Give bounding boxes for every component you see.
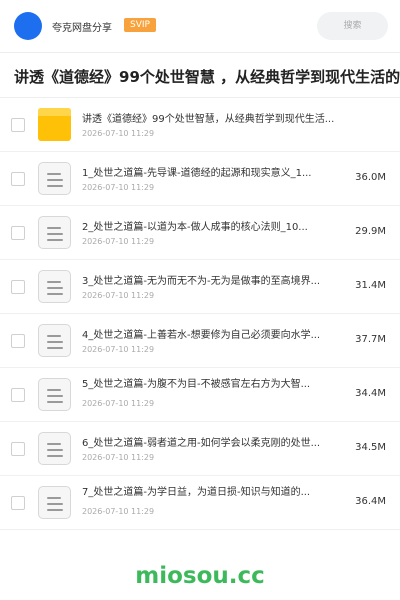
- file-date: 2026-07-10 11:29: [82, 183, 155, 192]
- document-icon: [38, 216, 71, 249]
- file-name[interactable]: 3_处世之道篇-无为而无不为-无为是做事的至高境界...: [82, 272, 344, 287]
- document-icon: [38, 324, 71, 357]
- row-checkbox[interactable]: [11, 442, 25, 456]
- file-row[interactable]: 5_处世之道篇-为腹不为目-不被感官左右方为大智... 2026-07-10 11…: [0, 368, 400, 422]
- file-row[interactable]: 2_处世之道篇-以道为本-做人成事的核心法则_10... 2026-07-10 1…: [0, 206, 400, 260]
- row-checkbox[interactable]: [11, 172, 25, 186]
- file-row[interactable]: 讲透《道德经》99个处世智慧，从经典哲学到现代生活... 2026-07-10 1…: [0, 98, 400, 152]
- document-icon: [38, 270, 71, 303]
- top-bar: 夸克网盘分享 SVIP 搜索: [0, 0, 400, 52]
- document-icon: [38, 162, 71, 195]
- file-date: 2026-07-10 11:29: [82, 237, 155, 246]
- row-checkbox[interactable]: [11, 226, 25, 240]
- title-bar: 讲透《道德经》99个处世智慧 ，从经典哲学到现代生活的应: [0, 52, 400, 98]
- file-size: 29.9M: [355, 226, 386, 237]
- file-size: 34.5M: [355, 442, 386, 453]
- file-date: 2026-07-10 11:29: [82, 129, 155, 138]
- file-row[interactable]: 6_处世之道篇-弱者道之用-如何学会以柔克刚的处世... 2026-07-10 1…: [0, 422, 400, 476]
- file-name[interactable]: 6_处世之道篇-弱者道之用-如何学会以柔克刚的处世...: [82, 434, 344, 449]
- file-name[interactable]: 4_处世之道篇-上善若水-想要修为自己必须要向水学...: [82, 326, 344, 341]
- row-checkbox[interactable]: [11, 496, 25, 510]
- file-date: 2026-07-10 11:29: [82, 345, 155, 354]
- folder-icon: [38, 108, 71, 141]
- file-row[interactable]: 4_处世之道篇-上善若水-想要修为自己必须要向水学... 2026-07-10 1…: [0, 314, 400, 368]
- file-name[interactable]: 讲透《道德经》99个处世智慧，从经典哲学到现代生活...: [82, 110, 344, 125]
- search-input[interactable]: 搜索: [317, 12, 388, 40]
- file-name[interactable]: 2_处世之道篇-以道为本-做人成事的核心法则_10...: [82, 218, 344, 233]
- row-checkbox[interactable]: [11, 388, 25, 402]
- file-name[interactable]: 1_处世之道篇-先导课-道德经的起源和现实意义_1...: [82, 164, 344, 179]
- avatar[interactable]: [14, 12, 42, 40]
- row-checkbox[interactable]: [11, 280, 25, 294]
- file-date: 2026-07-10 11:29: [82, 507, 155, 516]
- file-size: 34.4M: [355, 388, 386, 399]
- svip-badge: SVIP: [124, 18, 156, 32]
- file-size: 36.0M: [355, 172, 386, 183]
- document-icon: [38, 432, 71, 465]
- file-date: 2026-07-10 11:29: [82, 453, 155, 462]
- watermark: miosou.cc: [135, 563, 265, 589]
- document-icon: [38, 486, 71, 519]
- file-size: 36.4M: [355, 496, 386, 507]
- file-date: 2026-07-10 11:29: [82, 291, 155, 300]
- file-row[interactable]: 1_处世之道篇-先导课-道德经的起源和现实意义_1... 2026-07-10 1…: [0, 152, 400, 206]
- share-owner-name: 夸克网盘分享: [52, 23, 112, 34]
- file-size: 31.4M: [355, 280, 386, 291]
- row-checkbox[interactable]: [11, 118, 25, 132]
- file-date: 2026-07-10 11:29: [82, 399, 155, 408]
- file-row[interactable]: 7_处世之道篇-为学日益，为道日损-知识与知道的... 2026-07-10 11…: [0, 476, 400, 530]
- document-icon: [38, 378, 71, 411]
- file-row[interactable]: 3_处世之道篇-无为而无不为-无为是做事的至高境界... 2026-07-10 1…: [0, 260, 400, 314]
- file-list: 讲透《道德经》99个处世智慧，从经典哲学到现代生活... 2026-07-10 1…: [0, 98, 400, 530]
- row-checkbox[interactable]: [11, 334, 25, 348]
- file-size: 37.7M: [355, 334, 386, 345]
- page-title: 讲透《道德经》99个处世智慧 ，从经典哲学到现代生活的应: [14, 68, 400, 86]
